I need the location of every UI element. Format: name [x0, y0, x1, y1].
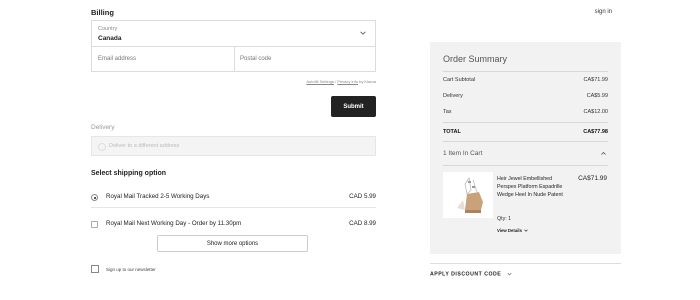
summary-row-tax: Tax CA$12.00 [443, 109, 608, 115]
submit-button[interactable]: Submit [331, 96, 376, 117]
view-details-label: View Details [497, 228, 522, 233]
country-select[interactable]: Country Canada [92, 21, 375, 47]
country-label: Country [98, 26, 118, 32]
newsletter-checkbox[interactable] [91, 265, 99, 273]
billing-heading: Billing [91, 8, 114, 17]
items-in-cart-toggle[interactable]: 1 Item In Cart [443, 150, 482, 157]
divider [443, 122, 608, 123]
order-summary-title: Order Summary [443, 54, 508, 64]
autofill-settings-link[interactable]: Autofill Settings [306, 79, 334, 84]
product-quantity: Qty: 1 [497, 216, 512, 222]
shipping-option-price: CAD 5.99 [349, 193, 376, 200]
chevron-up-icon[interactable] [600, 150, 607, 157]
delivery-option-different-address[interactable]: Deliver to a different address [91, 136, 376, 156]
total-label: TOTAL [443, 129, 461, 135]
billing-form: Country Canada Email address Postal code [91, 20, 376, 72]
product-price: CA$71.99 [578, 175, 607, 182]
country-value: Canada [98, 35, 122, 42]
summary-value: CA$12.00 [583, 109, 608, 115]
delivery-radio[interactable] [98, 143, 106, 151]
newsletter-label: Sign up to our newsletter [106, 267, 156, 272]
postal-placeholder: Postal code [240, 56, 272, 62]
divider [91, 207, 376, 208]
chevron-down-icon [507, 272, 512, 276]
summary-row-total: TOTAL CA$77.98 [443, 129, 608, 135]
shipping-radio[interactable] [91, 221, 98, 228]
total-value: CA$77.98 [583, 129, 608, 135]
shipping-radio-selected[interactable] [91, 194, 98, 201]
shipping-option-price: CAD 8.99 [349, 220, 376, 227]
apply-discount-code-toggle[interactable]: APPLY DISCOUNT CODE [430, 271, 513, 277]
show-more-options-button[interactable]: Show more options [157, 235, 308, 252]
summary-value: CA$5.99 [586, 93, 608, 99]
chevron-down-icon [360, 31, 366, 35]
summary-value: CA$71.99 [583, 77, 608, 83]
wedge-shoe-image [457, 176, 483, 213]
postal-code-field[interactable]: Postal code [234, 46, 376, 72]
product-name[interactable]: Heir Jewel Embellished Perspex Platform … [497, 175, 570, 199]
shipping-option-label: Royal Mail Next Working Day - Order by 1… [106, 220, 242, 227]
shipping-option-label: Royal Mail Tracked 2-5 Working Days [106, 193, 210, 200]
delivery-heading: Delivery [91, 124, 115, 131]
divider [443, 141, 608, 142]
privacy-info-link[interactable]: Privacy info [337, 79, 358, 84]
summary-label: Tax [443, 109, 452, 115]
view-details-link[interactable]: View Details [497, 228, 529, 233]
apply-discount-label: APPLY DISCOUNT CODE [430, 271, 502, 278]
sign-in-link[interactable]: sign in [595, 9, 612, 15]
summary-row-delivery: Delivery CA$5.99 [443, 93, 608, 99]
email-placeholder: Email address [98, 56, 137, 62]
divider [443, 71, 608, 72]
delivery-option-label: Deliver to a different address [109, 143, 180, 149]
summary-label: Cart Subtotal [443, 77, 476, 83]
email-field[interactable]: Email address [92, 46, 235, 72]
divider [443, 165, 608, 166]
autofill-note: Autofill Settings / Privacy info by Klar… [200, 79, 376, 84]
shipping-heading: Select shipping option [91, 170, 167, 177]
chevron-down-icon [524, 229, 528, 233]
product-thumbnail[interactable] [443, 172, 493, 218]
divider [430, 263, 621, 264]
summary-label: Delivery [443, 93, 463, 99]
summary-row-subtotal: Cart Subtotal CA$71.99 [443, 77, 608, 83]
order-summary-panel: Order Summary Cart Subtotal CA$71.99 Del… [430, 42, 621, 254]
autofill-by: by Klarna [357, 79, 376, 84]
